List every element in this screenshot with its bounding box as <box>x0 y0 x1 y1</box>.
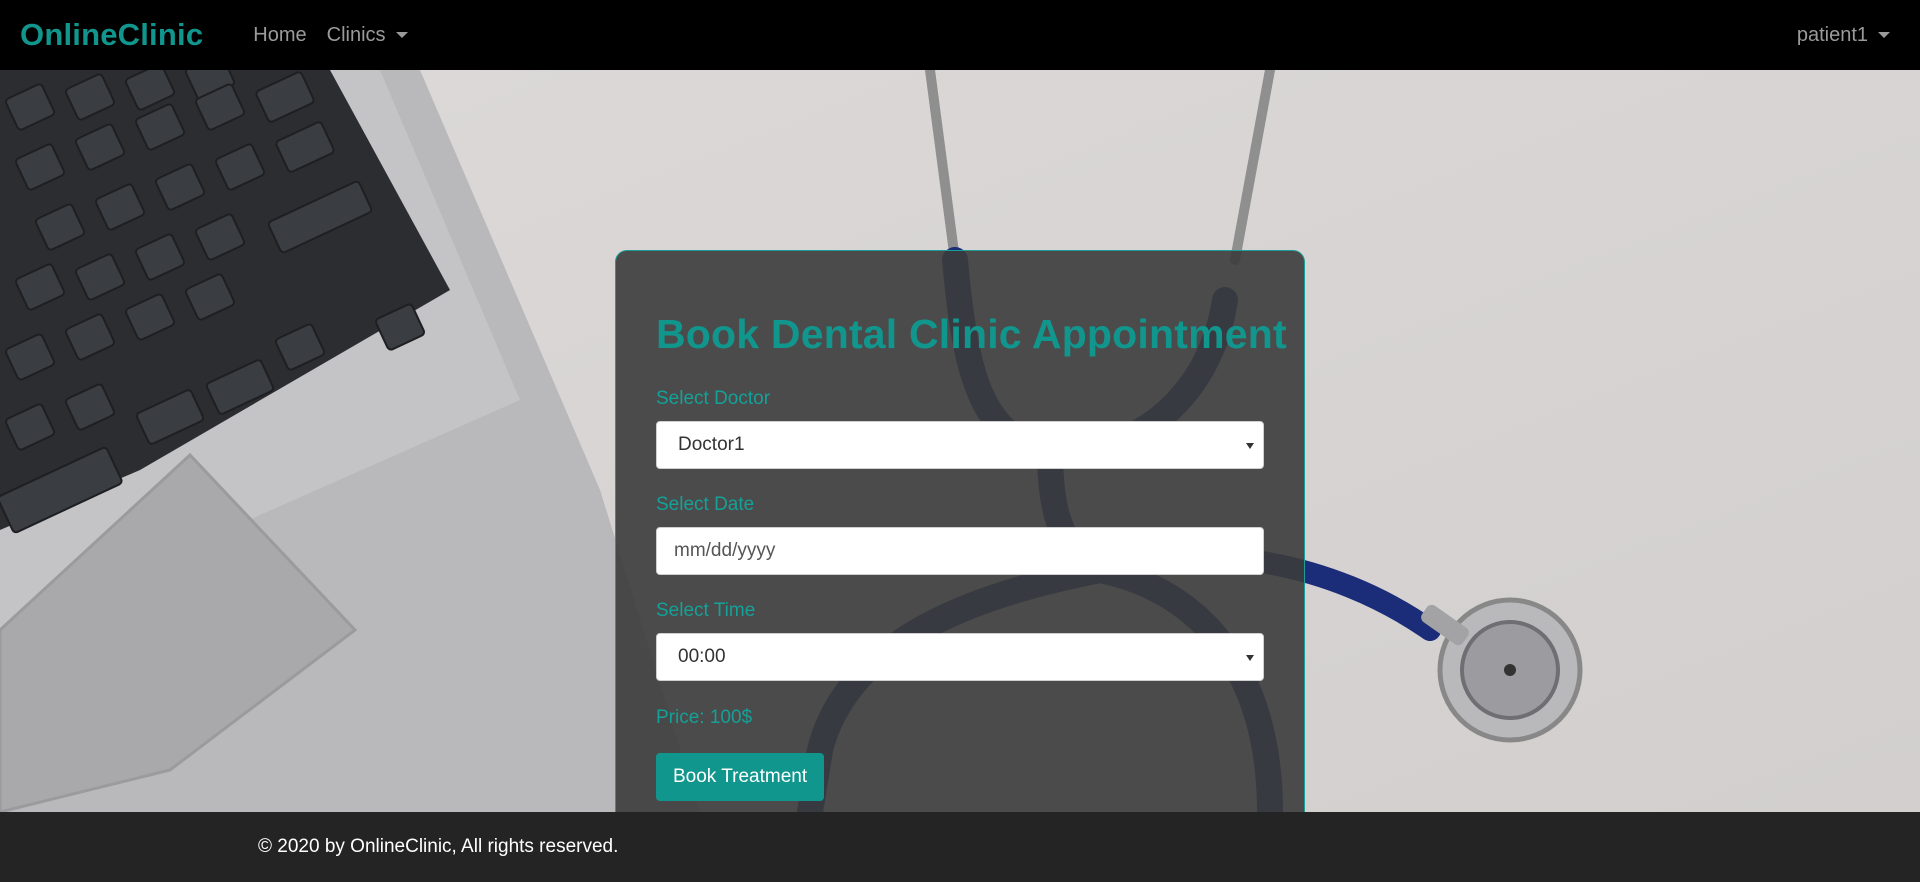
user-menu-dropdown[interactable]: patient1 <box>1797 24 1890 47</box>
nav-clinics-dropdown[interactable]: Clinics <box>327 24 408 47</box>
doctor-select[interactable]: Doctor1 <box>656 421 1264 469</box>
navbar: OnlineClinic Home Clinics patient1 <box>0 0 1920 70</box>
time-select[interactable]: 00:00 <box>656 633 1264 681</box>
footer: © 2020 by OnlineClinic, All rights reser… <box>0 812 1920 882</box>
time-field: Select Time 00:00 <box>656 600 1264 681</box>
nav-home-link[interactable]: Home <box>253 24 306 47</box>
footer-copyright: © 2020 by OnlineClinic, All rights reser… <box>258 836 619 857</box>
dropdown-arrow-icon <box>1246 655 1254 661</box>
date-label: Select Date <box>656 494 755 515</box>
date-input-placeholder: mm/dd/yyyy <box>674 540 776 561</box>
book-treatment-button[interactable]: Book Treatment <box>656 753 825 801</box>
user-name: patient1 <box>1796 23 1868 46</box>
nav-clinics-label: Clinics <box>326 23 386 46</box>
date-field: Select Date mm/dd/yyyy <box>656 494 1264 575</box>
doctor-field: Select Doctor Doctor1 <box>656 388 1264 469</box>
chevron-down-icon <box>1878 32 1890 38</box>
brand-logo[interactable]: OnlineClinic <box>20 17 203 53</box>
chevron-down-icon <box>395 32 408 38</box>
form-title: Book Dental Clinic Appointment <box>656 311 1287 357</box>
date-input[interactable]: mm/dd/yyyy <box>656 527 1264 575</box>
time-select-value: 00:00 <box>678 646 726 667</box>
nav-user-area: patient1 <box>1797 24 1900 47</box>
doctor-label: Select Doctor <box>656 388 771 409</box>
price-text: Price: 100$ <box>656 707 753 728</box>
dropdown-arrow-icon <box>1246 443 1254 449</box>
hero-background: Book Dental Clinic Appointment Select Do… <box>0 70 1920 812</box>
time-label: Select Time <box>656 600 756 621</box>
appointment-form-card: Book Dental Clinic Appointment Select Do… <box>615 250 1305 812</box>
doctor-select-value: Doctor1 <box>678 434 745 455</box>
